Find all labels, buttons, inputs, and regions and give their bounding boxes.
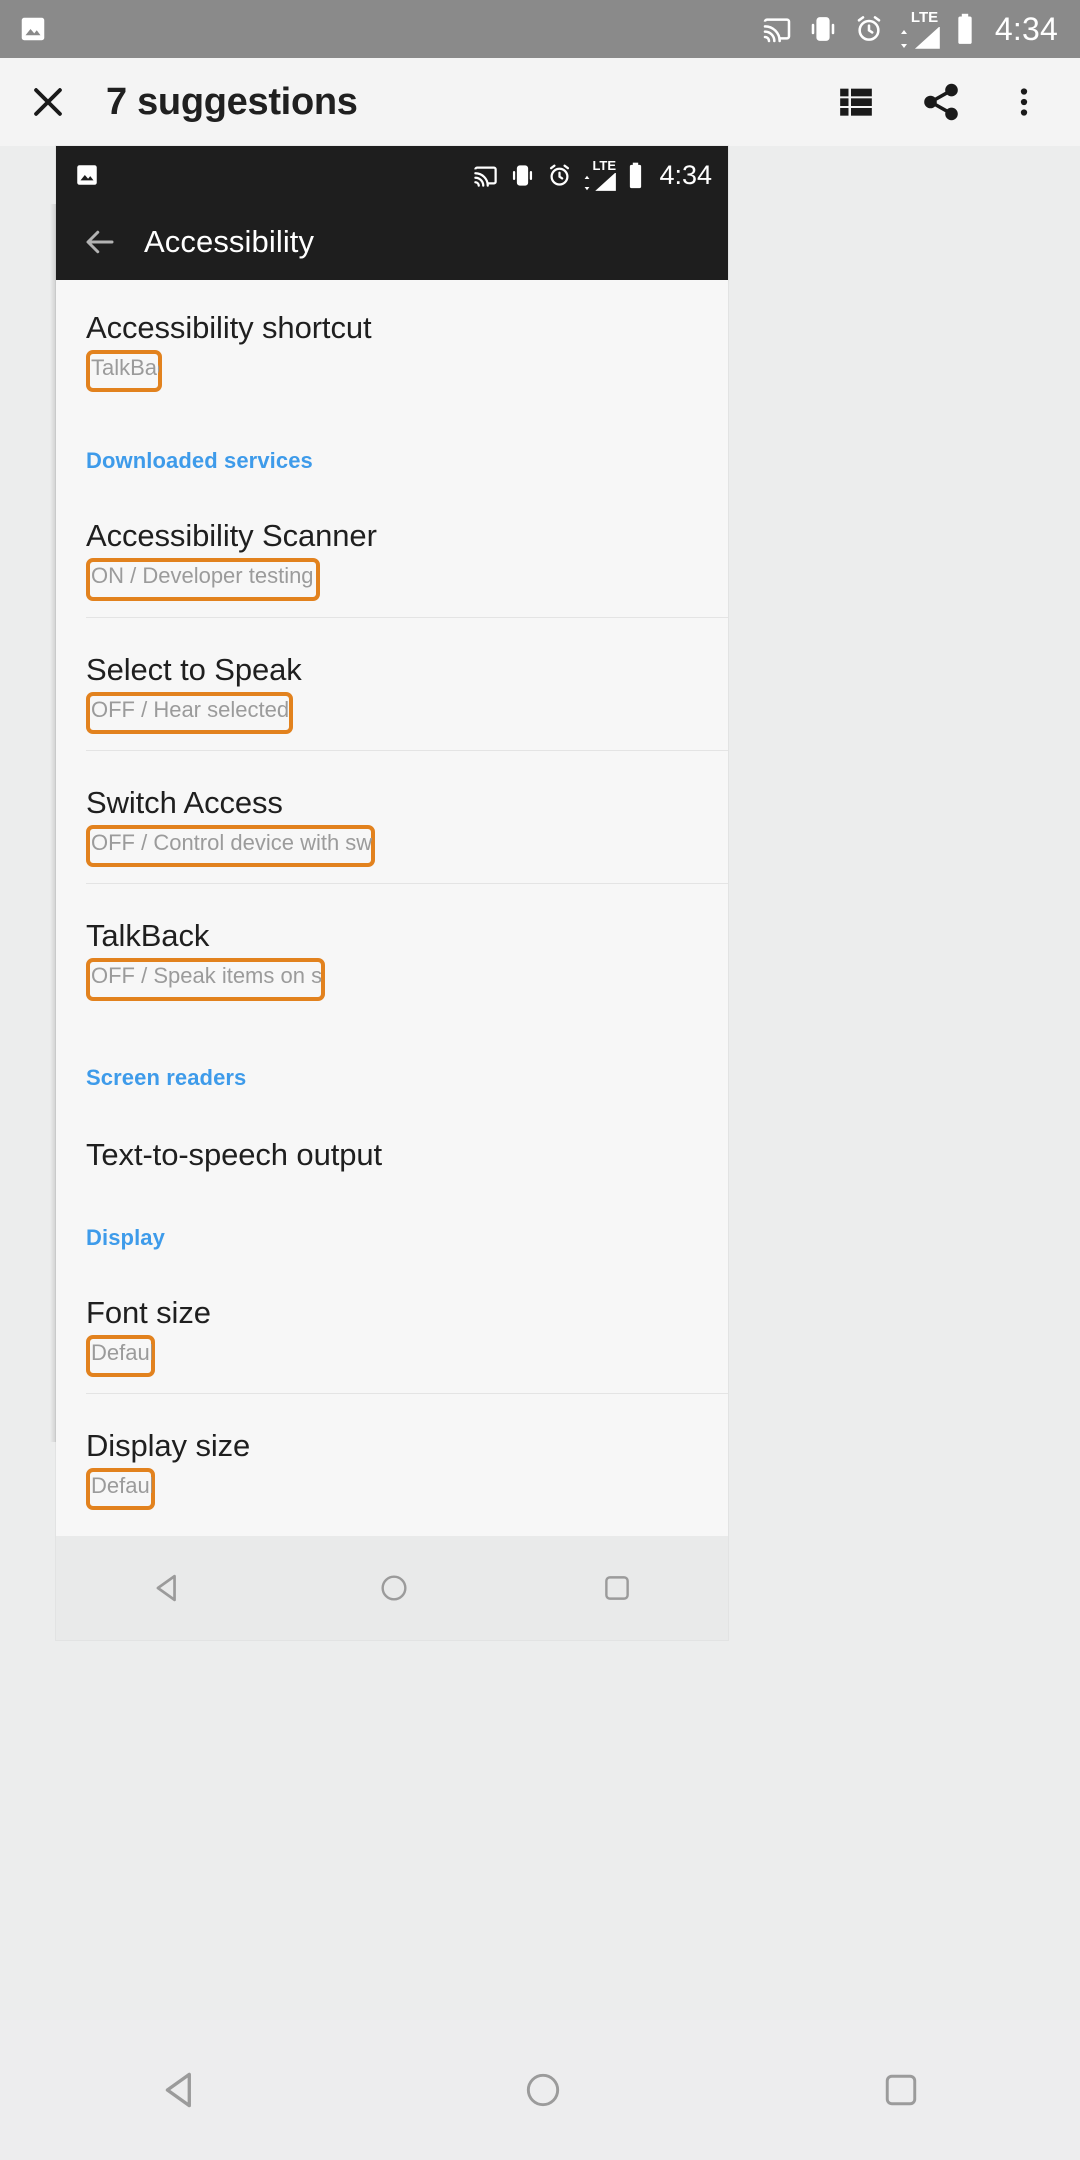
- screenshot-status-bar-clock: 4:34: [659, 159, 712, 190]
- lte-icon: LTE: [583, 159, 617, 191]
- list-item-subtitle: OFF / Hear selected text: [91, 696, 290, 722]
- device-nav-bar: [0, 2020, 1080, 2160]
- vibrate-icon: [807, 13, 839, 45]
- list-item-subtitle: ON / Developer testing tool: [91, 563, 317, 589]
- back-nav-icon: [150, 1569, 188, 1607]
- list-item-subtitle: OFF / Control device with switches: [91, 829, 372, 855]
- home-nav-button[interactable]: [377, 1571, 411, 1605]
- back-nav-button[interactable]: [157, 2065, 207, 2115]
- list-item-subtitle: TalkBack: [91, 354, 159, 380]
- list-item-title: Select to Speak: [86, 651, 302, 687]
- back-arrow-icon: [82, 224, 118, 260]
- signal-icon: [911, 26, 941, 49]
- screenshot-status-bar-right: LTE 4:34: [472, 159, 728, 191]
- share-button[interactable]: [920, 81, 962, 123]
- recents-nav-icon: [600, 1571, 634, 1605]
- image-icon: [18, 14, 48, 44]
- lte-icon: LTE: [899, 10, 941, 49]
- list-item-subtitle: OFF / Speak items on screen: [91, 963, 322, 989]
- outer-app-bar: 7 suggestions: [0, 58, 1080, 146]
- list-item-subtitle-highlight: OFF / Hear selected text: [86, 691, 293, 735]
- suggestion-highlight-box[interactable]: Default: [86, 1334, 155, 1378]
- outer-status-bar: LTE 4:34: [0, 0, 1080, 58]
- back-nav-icon: [157, 2065, 207, 2115]
- close-icon: [26, 80, 70, 124]
- battery-icon: [955, 13, 975, 45]
- suggestion-highlight-box[interactable]: Default: [86, 1467, 155, 1511]
- list-item[interactable]: Select to Speak OFF / Hear selected text: [56, 618, 728, 750]
- alarm-icon: [853, 13, 885, 45]
- suggestion-highlight-box[interactable]: OFF / Speak items on screen: [86, 958, 325, 1001]
- home-nav-icon: [521, 2068, 565, 2112]
- list-item[interactable]: Switch Access OFF / Control device with …: [56, 751, 728, 883]
- settings-list: Accessibility shortcut TalkBack Download…: [56, 280, 728, 1537]
- outer-status-bar-left: [0, 14, 48, 44]
- suggestion-highlight-box[interactable]: OFF / Control device with switches: [86, 824, 375, 868]
- image-icon: [74, 162, 100, 188]
- outer-status-bar-clock: 4:34: [994, 10, 1058, 47]
- page-title: 7 suggestions: [106, 80, 358, 123]
- signal-icon: [592, 173, 617, 191]
- screenshot-nav-bar: [56, 1536, 728, 1641]
- list-item-title: Font size: [86, 1294, 211, 1330]
- alarm-icon: [546, 162, 573, 189]
- list-view-button[interactable]: [836, 82, 876, 122]
- list-item-title: Accessibility Scanner: [86, 518, 377, 554]
- list-view-icon: [836, 82, 876, 122]
- outer-status-bar-right: LTE 4:34: [761, 10, 1080, 49]
- lte-label: LTE: [592, 158, 617, 173]
- section-header-display: Display: [86, 1224, 165, 1250]
- section-header-downloaded-services: Downloaded services: [86, 448, 313, 474]
- recents-nav-button[interactable]: [879, 2068, 923, 2112]
- list-item[interactable]: Text-to-speech output: [56, 1101, 728, 1203]
- list-item[interactable]: Display size Default: [56, 1394, 728, 1532]
- list-item-subtitle-highlight: Default: [86, 1467, 155, 1511]
- list-item-subtitle-highlight: OFF / Speak items on screen: [86, 958, 325, 1001]
- recents-nav-icon: [879, 2068, 923, 2112]
- lte-label: LTE: [910, 8, 939, 26]
- recents-nav-button[interactable]: [600, 1571, 634, 1605]
- cast-icon: [761, 13, 793, 45]
- list-item-subtitle-highlight: ON / Developer testing tool: [86, 558, 320, 601]
- overflow-menu-button[interactable]: [1006, 82, 1042, 122]
- screenshot-status-bar: LTE 4:34: [56, 146, 728, 204]
- screenshot-app-bar: Accessibility: [56, 204, 728, 280]
- battery-icon: [627, 162, 644, 189]
- home-nav-button[interactable]: [521, 2068, 565, 2112]
- list-item-subtitle-highlight: OFF / Control device with switches: [86, 824, 375, 868]
- list-item[interactable]: Accessibility shortcut TalkBack: [56, 280, 728, 406]
- list-item-subtitle-highlight: Default: [86, 1334, 155, 1378]
- screenshot-status-bar-left: [56, 162, 100, 188]
- list-item[interactable]: Font size Default: [56, 1261, 728, 1393]
- list-item-subtitle: Default: [91, 1339, 152, 1365]
- overflow-menu-icon: [1006, 82, 1042, 122]
- suggestion-highlight-box[interactable]: OFF / Hear selected text: [86, 691, 293, 735]
- suggestion-highlight-box[interactable]: ON / Developer testing tool: [86, 558, 320, 601]
- close-button[interactable]: [0, 80, 96, 124]
- cast-icon: [472, 162, 499, 189]
- list-item-title: TalkBack: [86, 918, 210, 954]
- list-item-title: Switch Access: [86, 785, 283, 821]
- list-item[interactable]: TalkBack OFF / Speak items on screen: [56, 884, 728, 1016]
- outer-app-bar-actions: [836, 81, 1080, 123]
- back-nav-button[interactable]: [150, 1569, 188, 1607]
- list-item-title: Accessibility shortcut: [86, 310, 372, 345]
- list-item-subtitle-highlight: TalkBack: [86, 349, 162, 393]
- section-header-screen-readers: Screen readers: [86, 1064, 247, 1090]
- suggestion-highlight-box[interactable]: TalkBack: [86, 349, 162, 393]
- screenshot-card[interactable]: LTE 4:34 Accessibility Accessibility sho…: [56, 146, 728, 1641]
- list-item-title: Text-to-speech output: [86, 1136, 383, 1172]
- vibrate-icon: [509, 162, 536, 189]
- screenshot-preview-area[interactable]: LTE 4:34 Accessibility Accessibility sho…: [0, 146, 1080, 2020]
- home-nav-icon: [377, 1571, 411, 1605]
- list-item-subtitle: Default: [91, 1472, 152, 1498]
- screenshot-app-bar-title: Accessibility: [144, 224, 315, 259]
- back-button[interactable]: [56, 224, 144, 260]
- list-item[interactable]: Accessibility Scanner ON / Developer tes…: [56, 484, 728, 616]
- list-item-title: Display size: [86, 1428, 251, 1464]
- share-icon: [920, 81, 962, 123]
